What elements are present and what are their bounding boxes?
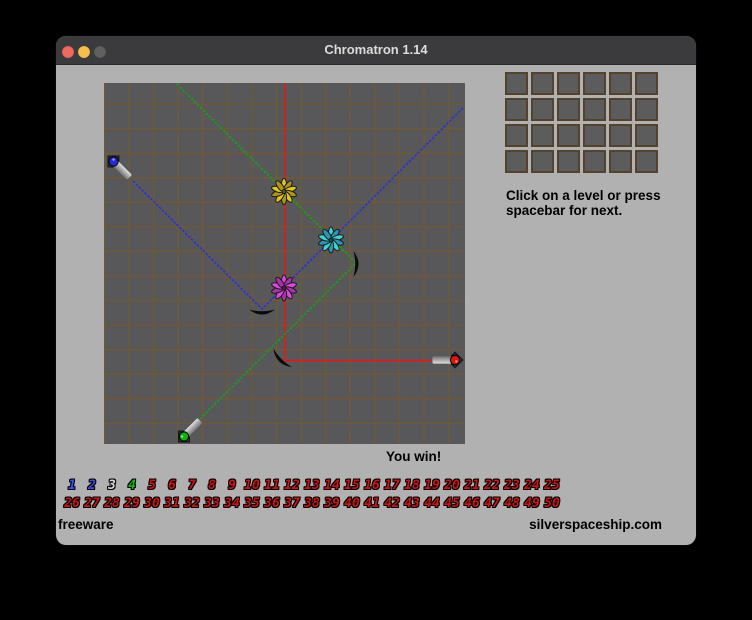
- level-grid-cell[interactable]: [505, 98, 528, 121]
- level-20-button[interactable]: 20: [442, 478, 462, 493]
- level-6-button[interactable]: 6: [162, 478, 182, 493]
- level-32-button[interactable]: 32: [182, 496, 202, 511]
- level-8-button[interactable]: 8: [202, 478, 222, 493]
- level-grid-cell[interactable]: [531, 72, 554, 95]
- instructions-line-2: spacebar for next.: [506, 203, 661, 218]
- level-40-button[interactable]: 40: [342, 496, 362, 511]
- level-grid-cell[interactable]: [557, 98, 580, 121]
- level-grid-cell[interactable]: [609, 98, 632, 121]
- level-5-button[interactable]: 5: [142, 478, 162, 493]
- level-38-button[interactable]: 38: [302, 496, 322, 511]
- game-board[interactable]: [104, 83, 465, 444]
- level-23-button[interactable]: 23: [502, 478, 522, 493]
- freeware-label: freeware: [58, 517, 114, 532]
- level-grid-cell[interactable]: [583, 150, 606, 173]
- level-22-button[interactable]: 22: [482, 478, 502, 493]
- level-45-button[interactable]: 45: [442, 496, 462, 511]
- level-grid-cell[interactable]: [505, 124, 528, 147]
- level-grid-cell[interactable]: [557, 72, 580, 95]
- level-29-button[interactable]: 29: [122, 496, 142, 511]
- level-47-button[interactable]: 47: [482, 496, 502, 511]
- level-15-button[interactable]: 15: [342, 478, 362, 493]
- level-33-button[interactable]: 33: [202, 496, 222, 511]
- level-44-button[interactable]: 44: [422, 496, 442, 511]
- level-34-button[interactable]: 34: [222, 496, 242, 511]
- desktop-background: Chromatron 1.14 Click on a level or pres…: [0, 0, 752, 620]
- level-46-button[interactable]: 46: [462, 496, 482, 511]
- level-grid-cell[interactable]: [583, 124, 606, 147]
- level-grid-cell[interactable]: [505, 150, 528, 173]
- level-37-button[interactable]: 37: [282, 496, 302, 511]
- level-25-button[interactable]: 25: [542, 478, 562, 493]
- level-30-button[interactable]: 30: [142, 496, 162, 511]
- level-grid-cell[interactable]: [635, 98, 658, 121]
- level-grid-cell[interactable]: [531, 150, 554, 173]
- level-thumbnail-grid: [505, 72, 658, 173]
- level-43-button[interactable]: 43: [402, 496, 422, 511]
- app-window: Chromatron 1.14 Click on a level or pres…: [56, 36, 696, 545]
- level-26-button[interactable]: 26: [62, 496, 82, 511]
- level-7-button[interactable]: 7: [182, 478, 202, 493]
- level-50-button[interactable]: 50: [542, 496, 562, 511]
- level-2-button[interactable]: 2: [82, 478, 102, 493]
- level-48-button[interactable]: 48: [502, 496, 522, 511]
- level-4-button[interactable]: 4: [122, 478, 142, 493]
- level-14-button[interactable]: 14: [322, 478, 342, 493]
- window-title: Chromatron 1.14: [56, 36, 696, 64]
- level-10-button[interactable]: 10: [242, 478, 262, 493]
- level-31-button[interactable]: 31: [162, 496, 182, 511]
- level-49-button[interactable]: 49: [522, 496, 542, 511]
- window-titlebar[interactable]: Chromatron 1.14: [56, 36, 696, 65]
- level-grid-cell[interactable]: [505, 72, 528, 95]
- level-number-row-2: 2627282930313233343536373839404142434445…: [62, 494, 582, 512]
- level-grid-cell[interactable]: [531, 98, 554, 121]
- level-grid-cell[interactable]: [635, 150, 658, 173]
- level-16-button[interactable]: 16: [362, 478, 382, 493]
- level-36-button[interactable]: 36: [262, 496, 282, 511]
- website-label: silverspaceship.com: [529, 517, 662, 532]
- instructions-line-1: Click on a level or press: [506, 188, 661, 203]
- level-1-button[interactable]: 1: [62, 478, 82, 493]
- level-3-button[interactable]: 3: [102, 478, 122, 493]
- level-grid-cell[interactable]: [583, 98, 606, 121]
- zoom-button[interactable]: [94, 46, 106, 58]
- level-grid-cell[interactable]: [609, 72, 632, 95]
- level-41-button[interactable]: 41: [362, 496, 382, 511]
- level-21-button[interactable]: 21: [462, 478, 482, 493]
- level-number-row-1: 1234567891011121314151617181920212223242…: [62, 476, 582, 494]
- win-message: You win!: [386, 449, 441, 464]
- minimize-button[interactable]: [78, 46, 90, 58]
- close-button[interactable]: [62, 46, 74, 58]
- level-19-button[interactable]: 19: [422, 478, 442, 493]
- level-27-button[interactable]: 27: [82, 496, 102, 511]
- level-13-button[interactable]: 13: [302, 478, 322, 493]
- level-24-button[interactable]: 24: [522, 478, 542, 493]
- level-9-button[interactable]: 9: [222, 478, 242, 493]
- level-grid-cell[interactable]: [609, 150, 632, 173]
- level-grid-cell[interactable]: [557, 124, 580, 147]
- instructions-text: Click on a level or press spacebar for n…: [506, 188, 661, 218]
- level-42-button[interactable]: 42: [382, 496, 402, 511]
- level-18-button[interactable]: 18: [402, 478, 422, 493]
- level-39-button[interactable]: 39: [322, 496, 342, 511]
- level-35-button[interactable]: 35: [242, 496, 262, 511]
- level-28-button[interactable]: 28: [102, 496, 122, 511]
- level-grid-cell[interactable]: [531, 124, 554, 147]
- level-grid-cell[interactable]: [583, 72, 606, 95]
- level-grid-cell[interactable]: [635, 124, 658, 147]
- level-grid-cell[interactable]: [609, 124, 632, 147]
- level-11-button[interactable]: 11: [262, 478, 282, 493]
- level-grid-cell[interactable]: [635, 72, 658, 95]
- level-12-button[interactable]: 12: [282, 478, 302, 493]
- level-grid-cell[interactable]: [557, 150, 580, 173]
- level-17-button[interactable]: 17: [382, 478, 402, 493]
